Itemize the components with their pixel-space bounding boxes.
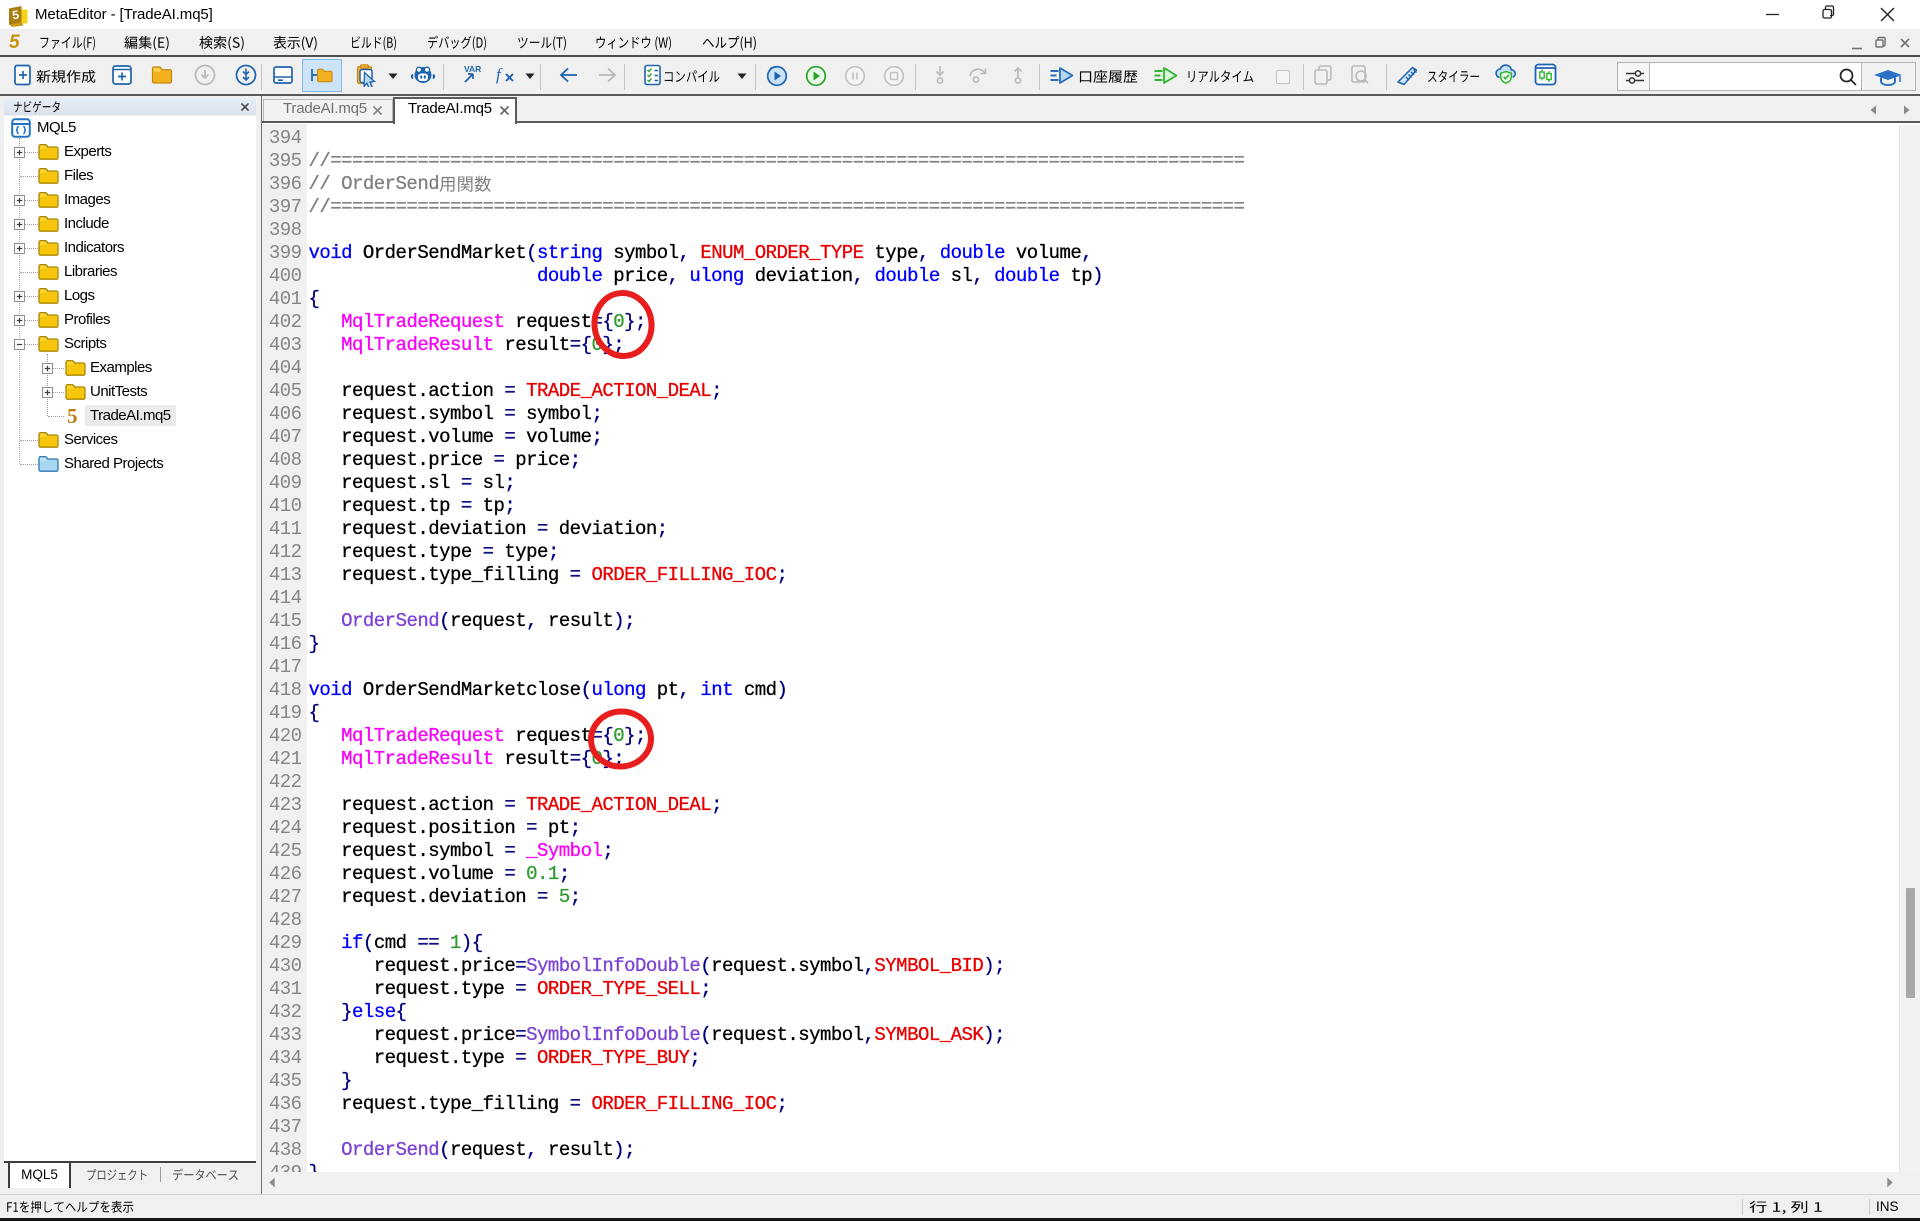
svg-text:f: f: [496, 65, 503, 84]
svg-text:VAR: VAR: [464, 64, 481, 74]
